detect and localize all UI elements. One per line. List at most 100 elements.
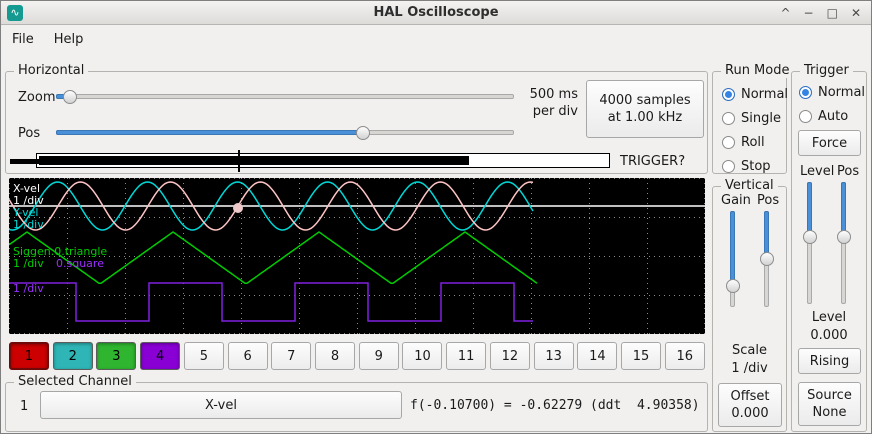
vertical-pos-label: Pos: [757, 193, 779, 208]
trigger-mode-radio-label-auto: Auto: [818, 109, 848, 124]
run-mode-radio-label-normal: Normal: [741, 87, 788, 102]
trigger-status-label: TRIGGER?: [620, 154, 685, 169]
trigger-mode-radio-auto[interactable]: [799, 110, 812, 123]
trigger-pos-slider[interactable]: [835, 182, 853, 304]
per-div-value: 500 ms: [514, 86, 578, 103]
trigger-mode-radio-normal[interactable]: [799, 86, 812, 99]
scale-label: Scale: [713, 343, 786, 358]
channel-button-16[interactable]: 16: [665, 342, 705, 370]
trigger-level-readout-value: 0.000: [792, 328, 866, 343]
zoom-slider-handle[interactable]: [63, 90, 77, 104]
trigger-mode-options: Normal Auto: [799, 85, 865, 124]
vertical-gain-slider[interactable]: [724, 211, 742, 307]
horizontal-group: Horizontal Zoom 500 ms per div 4000 samp…: [5, 71, 708, 174]
channel-button-1[interactable]: 1: [9, 342, 49, 370]
channel-button-3[interactable]: 3: [96, 342, 136, 370]
channel-button-4[interactable]: 4: [140, 342, 180, 370]
channel-button-10[interactable]: 10: [402, 342, 442, 370]
record-pre-trigger-bar: [10, 159, 240, 164]
vertical-gain-handle[interactable]: [726, 279, 740, 293]
edge-button[interactable]: Rising: [798, 348, 861, 374]
menu-help[interactable]: Help: [45, 29, 93, 50]
selected-channel-group-label: Selected Channel: [14, 374, 136, 389]
vertical-gain-fill: [730, 211, 735, 286]
run-mode-option-stop[interactable]: Stop: [722, 159, 788, 174]
menubar: File Help: [3, 27, 92, 51]
samples-rate: at 1.00 kHz: [608, 109, 682, 126]
run-mode-group: Run Mode NormalSingleRollStop: [712, 71, 787, 174]
channel-value-readout: f(-0.10700) = -0.62279 (ddt 4.90358): [410, 398, 700, 413]
channel-button-9[interactable]: 9: [359, 342, 399, 370]
offset-button-label: Offset: [730, 388, 769, 405]
run-mode-radio-roll[interactable]: [722, 136, 735, 149]
trigger-mode-option-auto[interactable]: Auto: [799, 109, 865, 124]
offset-button-value: 0.000: [731, 405, 768, 422]
scope-canvas: [9, 178, 705, 334]
channel-name-label: X-vel: [205, 397, 237, 414]
channel-button-15[interactable]: 15: [621, 342, 661, 370]
channel-button-11[interactable]: 11: [446, 342, 486, 370]
window-title: HAL Oscilloscope: [1, 5, 871, 20]
trigger-mode-option-normal[interactable]: Normal: [799, 85, 865, 100]
trigger-pos-fill: [841, 182, 846, 237]
pos-label: Pos: [18, 126, 40, 141]
scale-value: 1 /div: [713, 361, 786, 376]
channel-button-row: 12345678910111213141516: [9, 342, 705, 370]
zoom-slider[interactable]: [56, 88, 514, 106]
run-mode-group-label: Run Mode: [721, 63, 793, 78]
window-maximize-button[interactable]: □: [827, 6, 838, 20]
run-mode-radio-stop[interactable]: [722, 160, 735, 173]
run-mode-radio-label-roll: Roll: [741, 135, 765, 150]
source-button-label: Source: [807, 387, 852, 404]
vertical-group-label: Vertical: [721, 178, 778, 193]
selected-channel-number: 1: [20, 399, 28, 414]
pos-slider-fill: [56, 130, 363, 135]
titlebar: ∿ HAL Oscilloscope ^−□✕: [1, 1, 871, 25]
channel-button-6[interactable]: 6: [228, 342, 268, 370]
channel-button-8[interactable]: 8: [315, 342, 355, 370]
menu-file[interactable]: File: [3, 29, 43, 50]
per-div-readout: 500 ms per div: [514, 86, 578, 120]
trigger-point-marker[interactable]: [233, 203, 243, 213]
trigger-level-slider[interactable]: [801, 182, 819, 304]
horizontal-group-label: Horizontal: [14, 63, 88, 78]
pos-slider-handle[interactable]: [356, 126, 370, 140]
trigger-level-handle[interactable]: [803, 230, 817, 244]
trigger-pos-handle[interactable]: [837, 230, 851, 244]
window-minimize-button[interactable]: −: [804, 6, 814, 20]
window-shade-button[interactable]: ^: [780, 6, 790, 20]
vertical-pos-slider[interactable]: [758, 211, 776, 307]
run-mode-option-normal[interactable]: Normal: [722, 87, 788, 102]
window-controls: ^−□ ✕: [780, 1, 861, 25]
trigger-level-readout-label: Level: [792, 310, 866, 325]
trace-Siggen-0-square: [9, 283, 533, 321]
channel-button-2[interactable]: 2: [53, 342, 93, 370]
channel-button-12[interactable]: 12: [490, 342, 530, 370]
channel-button-5[interactable]: 5: [184, 342, 224, 370]
pos-slider[interactable]: [56, 124, 514, 142]
edge-button-label: Rising: [810, 353, 850, 370]
trigger-mode-radio-label-normal: Normal: [818, 85, 865, 100]
window-close-button[interactable]: ✕: [851, 6, 861, 20]
trigger-pos-label: Pos: [837, 164, 859, 179]
channel-button-14[interactable]: 14: [577, 342, 617, 370]
trigger-level-label: Level: [800, 164, 834, 179]
source-button[interactable]: Source None: [798, 382, 861, 426]
force-button[interactable]: Force: [798, 130, 861, 156]
selected-channel-group: Selected Channel 1 X-vel f(-0.10700) = -…: [5, 382, 708, 432]
vertical-pos-handle[interactable]: [760, 252, 774, 266]
run-mode-radio-normal[interactable]: [722, 88, 735, 101]
run-mode-option-single[interactable]: Single: [722, 111, 788, 126]
channel-button-13[interactable]: 13: [534, 342, 574, 370]
run-mode-option-roll[interactable]: Roll: [722, 135, 788, 150]
scope-channel-label-7: 1 /div: [13, 282, 44, 295]
trigger-group-label: Trigger: [800, 63, 853, 78]
channel-button-7[interactable]: 7: [271, 342, 311, 370]
offset-button[interactable]: Offset 0.000: [718, 383, 782, 427]
samples-button[interactable]: 4000 samples at 1.00 kHz: [586, 80, 704, 138]
run-mode-radio-single[interactable]: [722, 112, 735, 125]
samples-count: 4000 samples: [599, 92, 690, 109]
channel-name-button[interactable]: X-vel: [40, 391, 402, 419]
zoom-slider-track[interactable]: [56, 94, 514, 99]
vertical-gain-label: Gain: [721, 193, 751, 208]
